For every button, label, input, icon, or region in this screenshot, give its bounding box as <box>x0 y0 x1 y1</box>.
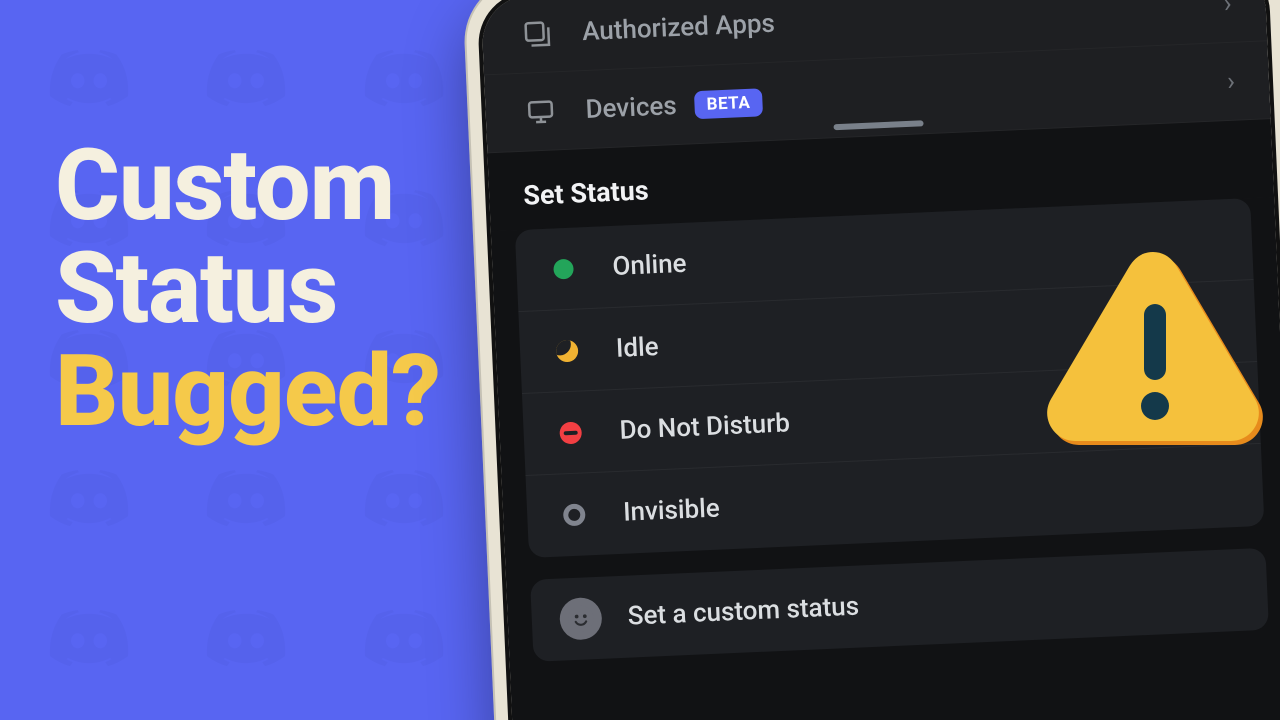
headline-line-2: Status <box>55 238 440 341</box>
settings-row-label: Authorized Apps <box>582 8 776 46</box>
invisible-status-icon <box>559 499 590 530</box>
thumbnail-canvas: Custom Status Bugged? Authorized Apps › … <box>0 0 1280 720</box>
authorized-apps-icon <box>516 18 559 50</box>
status-option-label: Invisible <box>623 494 721 528</box>
idle-status-icon <box>551 335 582 366</box>
custom-status-label: Set a custom status <box>627 592 860 632</box>
dnd-status-icon <box>555 417 586 448</box>
emoji-picker-icon <box>559 597 603 641</box>
monitor-icon <box>519 96 562 128</box>
beta-badge: BETA <box>694 88 763 119</box>
chevron-right-icon: › <box>1227 66 1236 96</box>
sheet-drag-handle[interactable] <box>833 120 923 130</box>
headline: Custom Status Bugged? <box>55 135 440 444</box>
status-option-label: Idle <box>615 332 659 364</box>
chevron-right-icon: › <box>1223 0 1232 19</box>
online-status-icon <box>548 253 579 284</box>
status-option-label: Do Not Disturb <box>619 408 791 445</box>
headline-line-1: Custom <box>55 135 440 238</box>
warning-triangle-icon <box>1042 248 1272 448</box>
status-option-label: Online <box>612 248 687 281</box>
headline-line-3: Bugged? <box>55 341 440 444</box>
set-custom-status-button[interactable]: Set a custom status <box>530 548 1269 662</box>
settings-row-label: Devices <box>585 91 677 125</box>
